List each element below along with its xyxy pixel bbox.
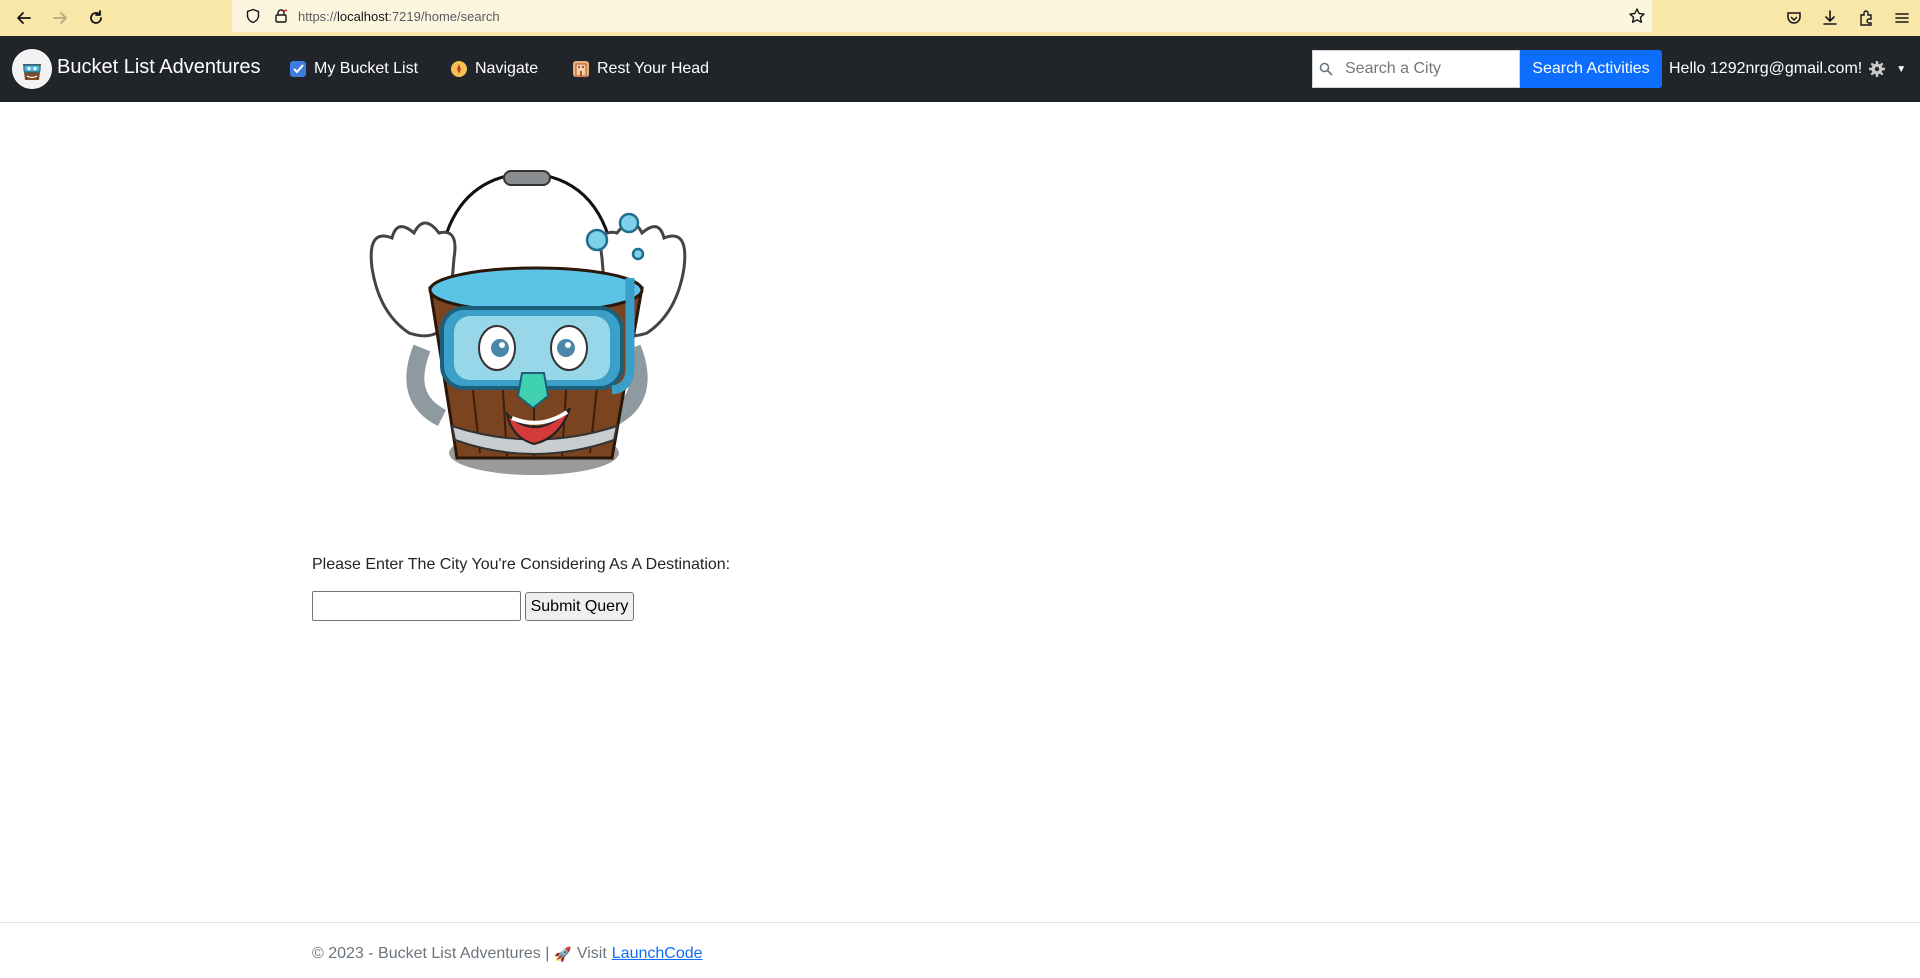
address-bar[interactable]: https://localhost:7219/home/search	[232, 0, 1652, 32]
menu-icon[interactable]	[1884, 0, 1920, 36]
lock-icon[interactable]	[268, 8, 294, 24]
nav-my-bucket-list[interactable]: My Bucket List	[290, 60, 418, 78]
back-icon[interactable]	[6, 0, 42, 36]
pocket-icon[interactable]	[1776, 0, 1812, 36]
nav-navigate[interactable]: Navigate	[451, 60, 538, 78]
chevron-down-icon: ▼	[1896, 63, 1907, 75]
nav-label: Navigate	[475, 60, 539, 77]
search-icon	[1319, 62, 1333, 76]
hotel-icon	[573, 61, 589, 77]
download-icon[interactable]	[1812, 0, 1848, 36]
nav-label: Rest Your Head	[597, 60, 710, 77]
forward-icon[interactable]	[42, 0, 78, 36]
submit-query-button[interactable]: Submit Query	[525, 592, 634, 621]
browser-toolbar: https://localhost:7219/home/search	[0, 0, 1920, 36]
city-input[interactable]	[312, 591, 521, 621]
app-navbar: Bucket List Adventures My Bucket List Na…	[0, 36, 1920, 102]
greeting: Hello 1292nrg@gmail.com!	[1669, 60, 1863, 77]
nav-rest-your-head[interactable]: Rest Your Head	[573, 60, 709, 78]
checklist-icon	[290, 61, 306, 77]
user-menu[interactable]: Hello 1292nrg@gmail.com! ▼	[1669, 60, 1906, 78]
city-search-box	[1312, 50, 1520, 88]
footer-visit: Visit	[576, 945, 607, 962]
search-input[interactable]	[1345, 60, 1505, 78]
rocket-icon: 🚀	[554, 945, 572, 962]
launchcode-link[interactable]: LaunchCode	[612, 945, 703, 963]
extensions-icon[interactable]	[1848, 0, 1884, 36]
url-text: https://localhost:7219/home/search	[298, 8, 500, 24]
compass-icon	[451, 61, 467, 77]
brand-name[interactable]: Bucket List Adventures	[57, 56, 260, 79]
destination-prompt: Please Enter The City You're Considering…	[312, 556, 731, 573]
search-activities-button[interactable]: Search Activities	[1520, 50, 1662, 88]
reload-icon[interactable]	[78, 0, 114, 36]
nav-label: My Bucket List	[314, 60, 419, 77]
star-icon[interactable]	[1628, 7, 1646, 30]
footer-copyright: © 2023 - Bucket List Adventures |	[312, 945, 550, 962]
footer-divider	[0, 922, 1920, 923]
brand-logo[interactable]	[12, 49, 52, 89]
footer: © 2023 - Bucket List Adventures | 🚀 Visi…	[312, 945, 703, 963]
shield-icon[interactable]	[238, 8, 268, 24]
gear-icon	[1869, 61, 1886, 77]
bucket-mascot-image	[312, 118, 744, 550]
